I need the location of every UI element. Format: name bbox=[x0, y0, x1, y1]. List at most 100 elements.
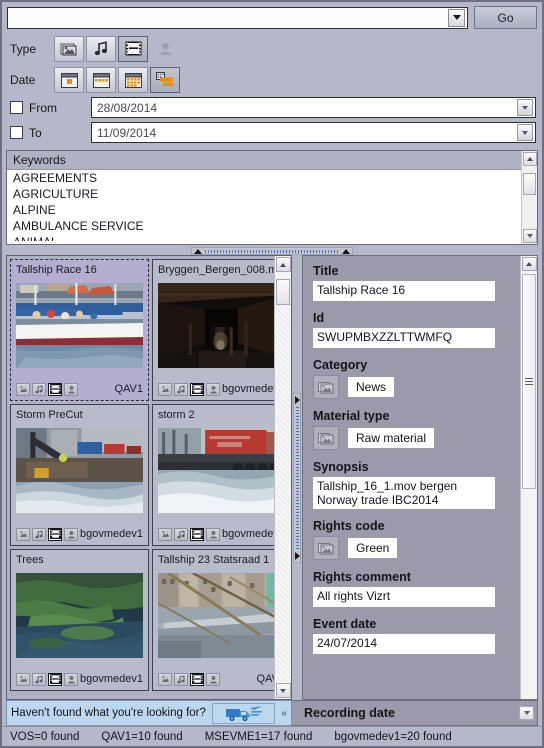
result-title: Tallship Race 16 bbox=[16, 264, 97, 276]
splitter-collapse-up-icon-2[interactable] bbox=[342, 248, 350, 254]
result-thumbnail[interactable] bbox=[158, 283, 274, 368]
list-item[interactable]: ALPINE bbox=[7, 202, 521, 218]
vertical-splitter-grip[interactable] bbox=[295, 406, 299, 549]
film-strip-icon[interactable] bbox=[190, 382, 204, 396]
result-card[interactable]: Storm PreCut bgovmedev1 bbox=[10, 404, 149, 546]
audio-note-icon[interactable] bbox=[86, 35, 116, 62]
audio-note-icon[interactable] bbox=[174, 672, 188, 686]
film-strip-icon[interactable] bbox=[118, 35, 148, 62]
film-strip-icon[interactable] bbox=[48, 527, 62, 541]
event-date-field[interactable]: 24/07/2014 bbox=[313, 634, 495, 654]
result-thumbnail[interactable] bbox=[16, 428, 143, 513]
audio-note-icon[interactable] bbox=[32, 672, 46, 686]
scroll-down-icon[interactable] bbox=[275, 683, 291, 698]
result-footer: bgovmedev1 bbox=[158, 381, 274, 397]
result-card[interactable]: Tallship 23 Statsraad 1 QA bbox=[152, 549, 274, 691]
image-icon[interactable] bbox=[16, 672, 30, 686]
from-date-chevron-down-icon[interactable] bbox=[517, 99, 533, 116]
image-icon[interactable] bbox=[158, 527, 172, 541]
splitter-collapse-right-icon-2[interactable] bbox=[294, 551, 300, 560]
calendar-month-icon[interactable] bbox=[118, 66, 148, 93]
film-strip-icon[interactable] bbox=[190, 672, 204, 686]
result-thumbnail[interactable] bbox=[158, 573, 274, 658]
audio-note-icon[interactable] bbox=[174, 527, 188, 541]
person-icon[interactable] bbox=[206, 527, 220, 541]
scrollbar-thumb[interactable] bbox=[523, 173, 536, 195]
search-input[interactable] bbox=[8, 8, 448, 27]
from-date-field[interactable]: 28/08/2014 bbox=[91, 97, 536, 118]
main-body: Tallship Race 16 QAV1 Bryggen_Bergen_008… bbox=[2, 255, 542, 700]
film-strip-icon[interactable] bbox=[48, 672, 62, 686]
splitter-collapse-up-icon[interactable] bbox=[194, 248, 202, 254]
delivery-truck-icon[interactable] bbox=[211, 702, 276, 724]
film-strip-icon[interactable] bbox=[48, 382, 62, 396]
image-icon[interactable] bbox=[158, 672, 172, 686]
film-strip-icon[interactable] bbox=[190, 527, 204, 541]
scroll-down-icon[interactable] bbox=[519, 706, 534, 720]
list-item[interactable]: AGRICULTURE bbox=[7, 186, 521, 202]
person-icon[interactable] bbox=[64, 382, 78, 396]
material-type-value[interactable]: Raw material bbox=[347, 427, 436, 449]
result-thumbnail[interactable] bbox=[158, 428, 274, 513]
calendar-day-icon[interactable] bbox=[54, 66, 84, 93]
splitter-collapse-right-icon[interactable] bbox=[294, 395, 300, 404]
result-source: bgovmedev1 bbox=[80, 673, 143, 685]
metadata-scrollbar[interactable] bbox=[520, 256, 537, 699]
search-combobox[interactable] bbox=[7, 6, 468, 29]
scroll-up-icon[interactable] bbox=[522, 152, 537, 166]
to-date-checkbox[interactable] bbox=[10, 126, 23, 139]
result-source: bgovmedev1 bbox=[222, 528, 274, 540]
results-scrollbar[interactable] bbox=[274, 256, 291, 699]
vertical-splitter[interactable] bbox=[292, 255, 302, 700]
to-date-chevron-down-icon[interactable] bbox=[517, 124, 533, 141]
chevron-down-icon[interactable] bbox=[448, 8, 465, 27]
scrollbar-thumb[interactable] bbox=[276, 279, 290, 305]
to-date-field[interactable]: 11/09/2014 bbox=[91, 122, 536, 143]
audio-note-icon[interactable] bbox=[32, 382, 46, 396]
result-card[interactable]: Trees bgovmedev1 bbox=[10, 549, 149, 691]
image-icon[interactable] bbox=[54, 35, 84, 62]
banner-expand-icon[interactable]: « bbox=[281, 708, 287, 719]
list-item[interactable]: AGREEMENTS bbox=[7, 170, 521, 186]
splitter-grip[interactable] bbox=[205, 249, 339, 253]
scroll-up-icon[interactable] bbox=[521, 257, 537, 271]
scrollbar-thumb[interactable] bbox=[522, 274, 536, 489]
synopsis-field[interactable]: Tallship_16_1.mov bergen Norway trade IB… bbox=[313, 477, 495, 509]
calendar-week-icon[interactable] bbox=[86, 66, 116, 93]
list-item[interactable]: ANIMAL bbox=[7, 234, 521, 241]
go-button[interactable]: Go bbox=[474, 6, 537, 29]
result-card[interactable]: storm 2 bgovmede bbox=[152, 404, 274, 546]
list-item[interactable]: AMBULANCE SERVICE bbox=[7, 218, 521, 234]
result-thumbnail[interactable] bbox=[16, 283, 143, 368]
result-card[interactable]: Bryggen_Bergen_008.m bgovmede bbox=[152, 259, 274, 401]
title-field[interactable]: Tallship Race 16 bbox=[313, 281, 495, 301]
result-thumbnail[interactable] bbox=[16, 573, 143, 658]
image-icon[interactable] bbox=[158, 382, 172, 396]
person-icon[interactable] bbox=[206, 382, 220, 396]
rights-code-value[interactable]: Green bbox=[347, 537, 399, 559]
horizontal-splitter[interactable] bbox=[6, 246, 538, 255]
result-title: Storm PreCut bbox=[16, 409, 83, 421]
keywords-scrollbar[interactable] bbox=[521, 151, 537, 244]
person-icon[interactable] bbox=[64, 527, 78, 541]
media-search-window: Go Type Date From 28/08/2014 To 11/09/20… bbox=[0, 0, 544, 748]
scroll-up-icon[interactable] bbox=[275, 257, 291, 272]
order-banner[interactable]: Haven't found what you're looking for? « bbox=[6, 700, 292, 726]
id-field[interactable]: SWUPMBXZZLTTWMFQ bbox=[313, 328, 495, 348]
keywords-list[interactable]: Keywords AGREEMENTS AGRICULTURE ALPINE A… bbox=[7, 151, 521, 244]
calendar-custom-icon[interactable] bbox=[150, 66, 180, 93]
scroll-down-icon[interactable] bbox=[522, 229, 537, 243]
audio-note-icon[interactable] bbox=[32, 527, 46, 541]
result-footer: QAV1 bbox=[158, 671, 274, 687]
image-icon[interactable] bbox=[16, 382, 30, 396]
category-value[interactable]: News bbox=[347, 376, 396, 398]
from-date-checkbox[interactable] bbox=[10, 101, 23, 114]
person-icon[interactable] bbox=[206, 672, 220, 686]
person-icon[interactable] bbox=[64, 672, 78, 686]
from-date-row: From 28/08/2014 bbox=[2, 95, 542, 120]
audio-note-icon[interactable] bbox=[174, 382, 188, 396]
result-card[interactable]: Tallship Race 16 QAV1 bbox=[10, 259, 149, 401]
rights-comment-field[interactable]: All rights Vizrt bbox=[313, 587, 495, 607]
image-icon[interactable] bbox=[16, 527, 30, 541]
to-date-label: To bbox=[29, 125, 42, 140]
